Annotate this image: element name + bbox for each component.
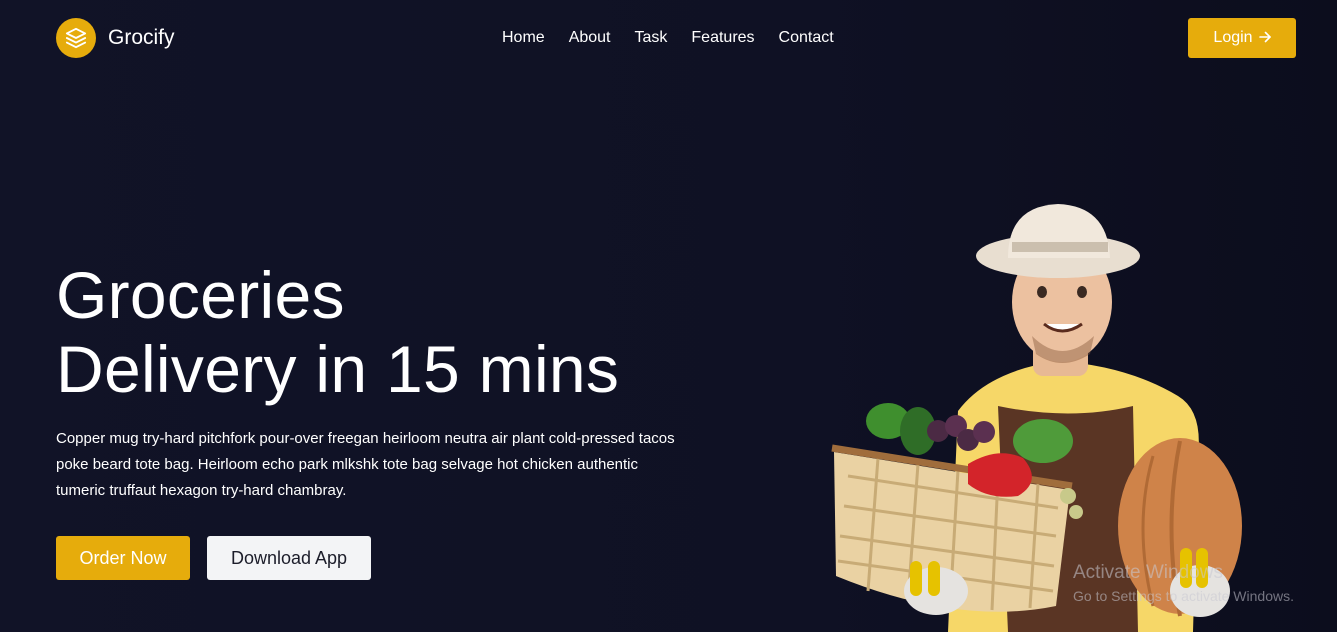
nav-home[interactable]: Home: [502, 28, 545, 48]
nav-task[interactable]: Task: [635, 28, 668, 48]
hero-title: Groceries Delivery in 15 mins: [56, 258, 619, 406]
order-now-button[interactable]: Order Now: [56, 536, 190, 580]
nav-features[interactable]: Features: [691, 28, 754, 48]
hero-title-line-1: Groceries: [56, 258, 345, 332]
download-app-button[interactable]: Download App: [207, 536, 371, 580]
windows-activation-watermark: Activate Windows Go to Settings to activ…: [1073, 562, 1294, 606]
main-nav: Home About Task Features Contact: [502, 28, 858, 48]
layers-icon: [56, 18, 96, 58]
hero-description: Copper mug try-hard pitchfork pour-over …: [56, 430, 675, 499]
brand-logo[interactable]: Grocify: [56, 18, 175, 58]
login-label: Login: [1213, 29, 1253, 46]
watermark-subtitle: Go to Settings to activate Windows.: [1073, 588, 1294, 604]
nav-contact[interactable]: Contact: [779, 28, 834, 48]
login-button[interactable]: Login: [1188, 18, 1296, 58]
nav-about[interactable]: About: [569, 28, 611, 48]
brand-name: Grocify: [108, 26, 175, 49]
watermark-title: Activate Windows: [1073, 562, 1223, 583]
arrow-right-icon: [1258, 30, 1271, 46]
hero-title-line-2: Delivery in 15 mins: [56, 332, 620, 406]
